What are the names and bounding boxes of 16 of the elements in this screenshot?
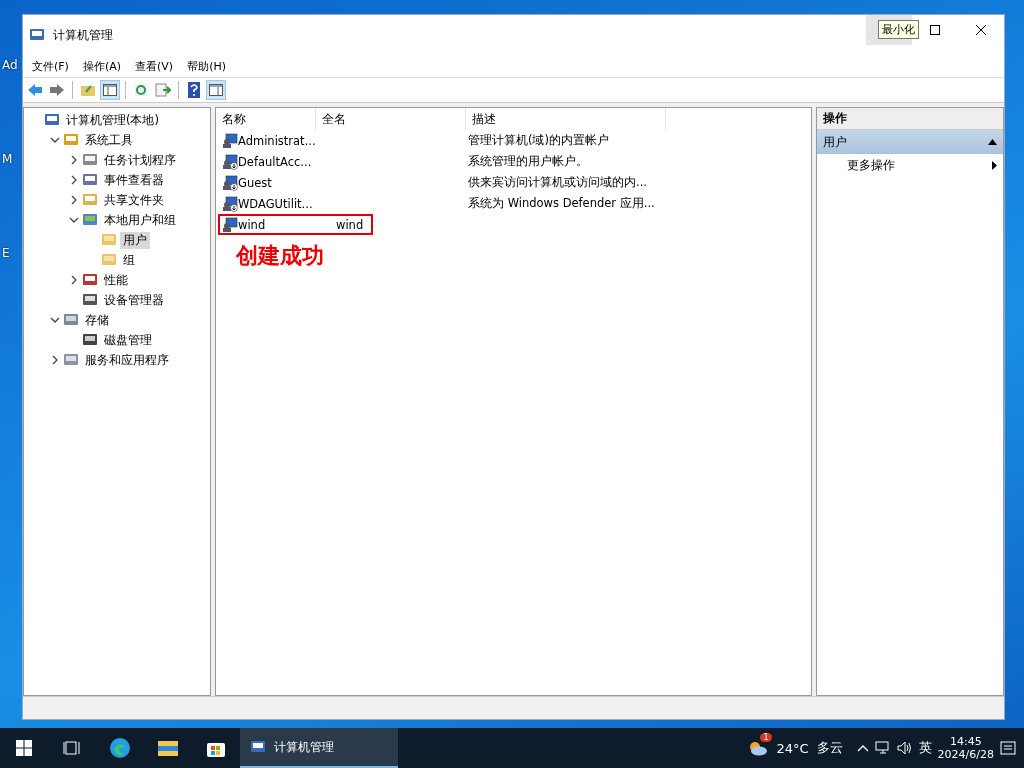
description-cell-text: 系统为 Windows Defender 应用...: [468, 196, 656, 211]
notification-badge: 1: [760, 733, 772, 742]
description-cell-text: 管理计算机(域)的内置帐户: [468, 133, 610, 148]
window-title: 计算机管理: [53, 26, 114, 44]
desktop-icon-label: Ad: [2, 58, 18, 72]
minimize-tooltip: 最小化: [878, 20, 919, 39]
temperature: 24°C: [776, 740, 809, 756]
actions-title: 操作: [817, 108, 1003, 130]
desktop-icon-label: E: [2, 246, 11, 260]
description-cell-text: 供来宾访问计算机或访问域的内...: [468, 175, 648, 190]
section-label: 用户: [823, 134, 847, 150]
description-cell-text: 系统管理的用户帐户。: [468, 154, 589, 169]
annotation-text: 创建成功: [236, 241, 325, 270]
weather-condition: 多云: [816, 739, 843, 757]
desktop-icon-label: M: [2, 152, 14, 166]
full-name-cell: wind: [336, 217, 364, 232]
